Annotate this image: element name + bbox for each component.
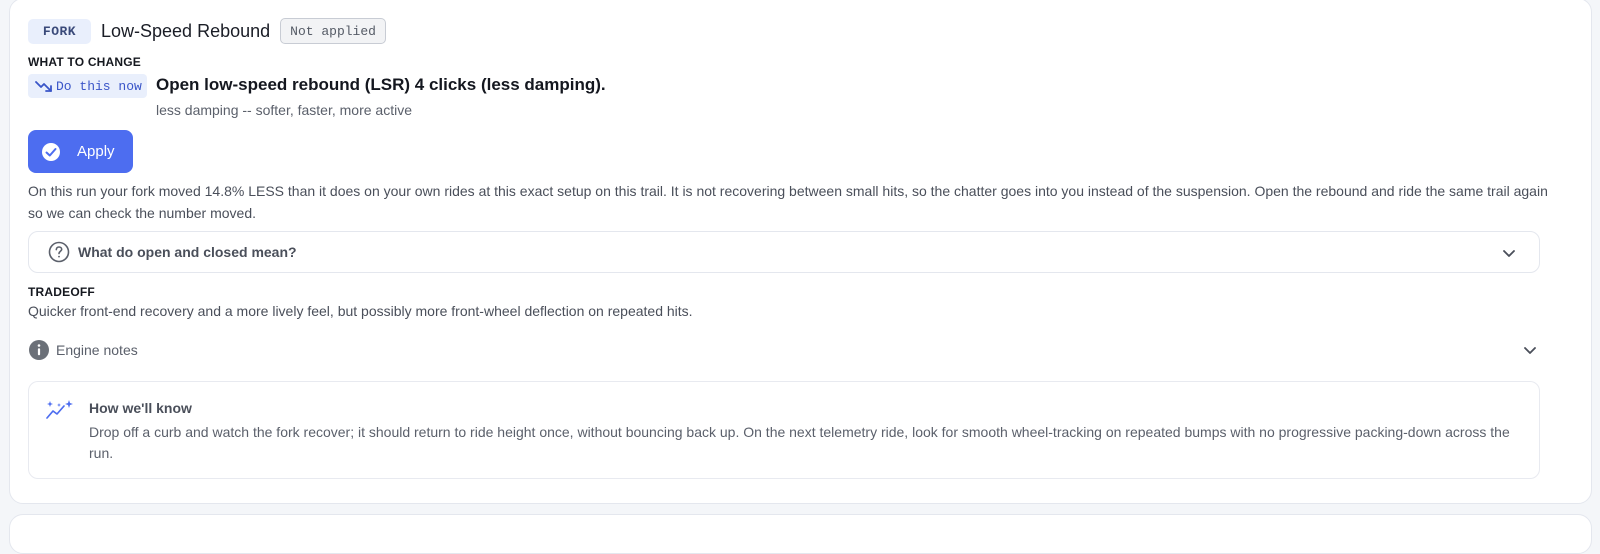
how-we-know-panel: How we'll know Drop off a curb and watch… <box>28 381 1540 479</box>
engine-notes-toggle[interactable]: Engine notes <box>28 337 1540 363</box>
faq-label: What do open and closed mean? <box>78 244 297 260</box>
priority-badge: Do this now <box>28 74 147 98</box>
question-circle-icon <box>48 241 70 263</box>
sparkle-trend-icon <box>46 400 73 419</box>
tradeoff-label: TRADEOFF <box>28 285 95 299</box>
chevron-down-icon <box>1524 347 1536 354</box>
next-recommendation-card <box>9 514 1592 554</box>
apply-button-label: Apply <box>77 143 115 160</box>
card-header: FORK Low-Speed Rebound Not applied <box>28 18 386 44</box>
change-effect: less damping -- softer, faster, more act… <box>156 102 412 118</box>
how-we-know-title: How we'll know <box>89 400 192 416</box>
part-badge: FORK <box>28 18 91 44</box>
how-we-know-text: Drop off a curb and watch the fork recov… <box>89 424 1510 461</box>
faq-accordion[interactable]: What do open and closed mean? <box>28 231 1540 273</box>
check-circle-icon <box>42 142 60 161</box>
priority-badge-label: Do this now <box>56 78 142 94</box>
tradeoff-text: Quicker front-end recovery and a more li… <box>28 303 693 319</box>
status-badge: Not applied <box>280 18 386 44</box>
chevron-down-icon <box>1503 250 1515 257</box>
trending-down-icon <box>35 81 52 92</box>
info-icon <box>29 340 49 360</box>
change-instruction: Open low-speed rebound (LSR) 4 clicks (l… <box>156 75 606 94</box>
apply-button[interactable]: Apply <box>28 130 133 173</box>
what-to-change-label: WHAT TO CHANGE <box>28 55 142 69</box>
explanation-text: On this run your fork moved 14.8% LESS t… <box>28 183 1548 221</box>
card-title: Low-Speed Rebound <box>101 20 271 41</box>
engine-notes-label: Engine notes <box>56 342 138 358</box>
